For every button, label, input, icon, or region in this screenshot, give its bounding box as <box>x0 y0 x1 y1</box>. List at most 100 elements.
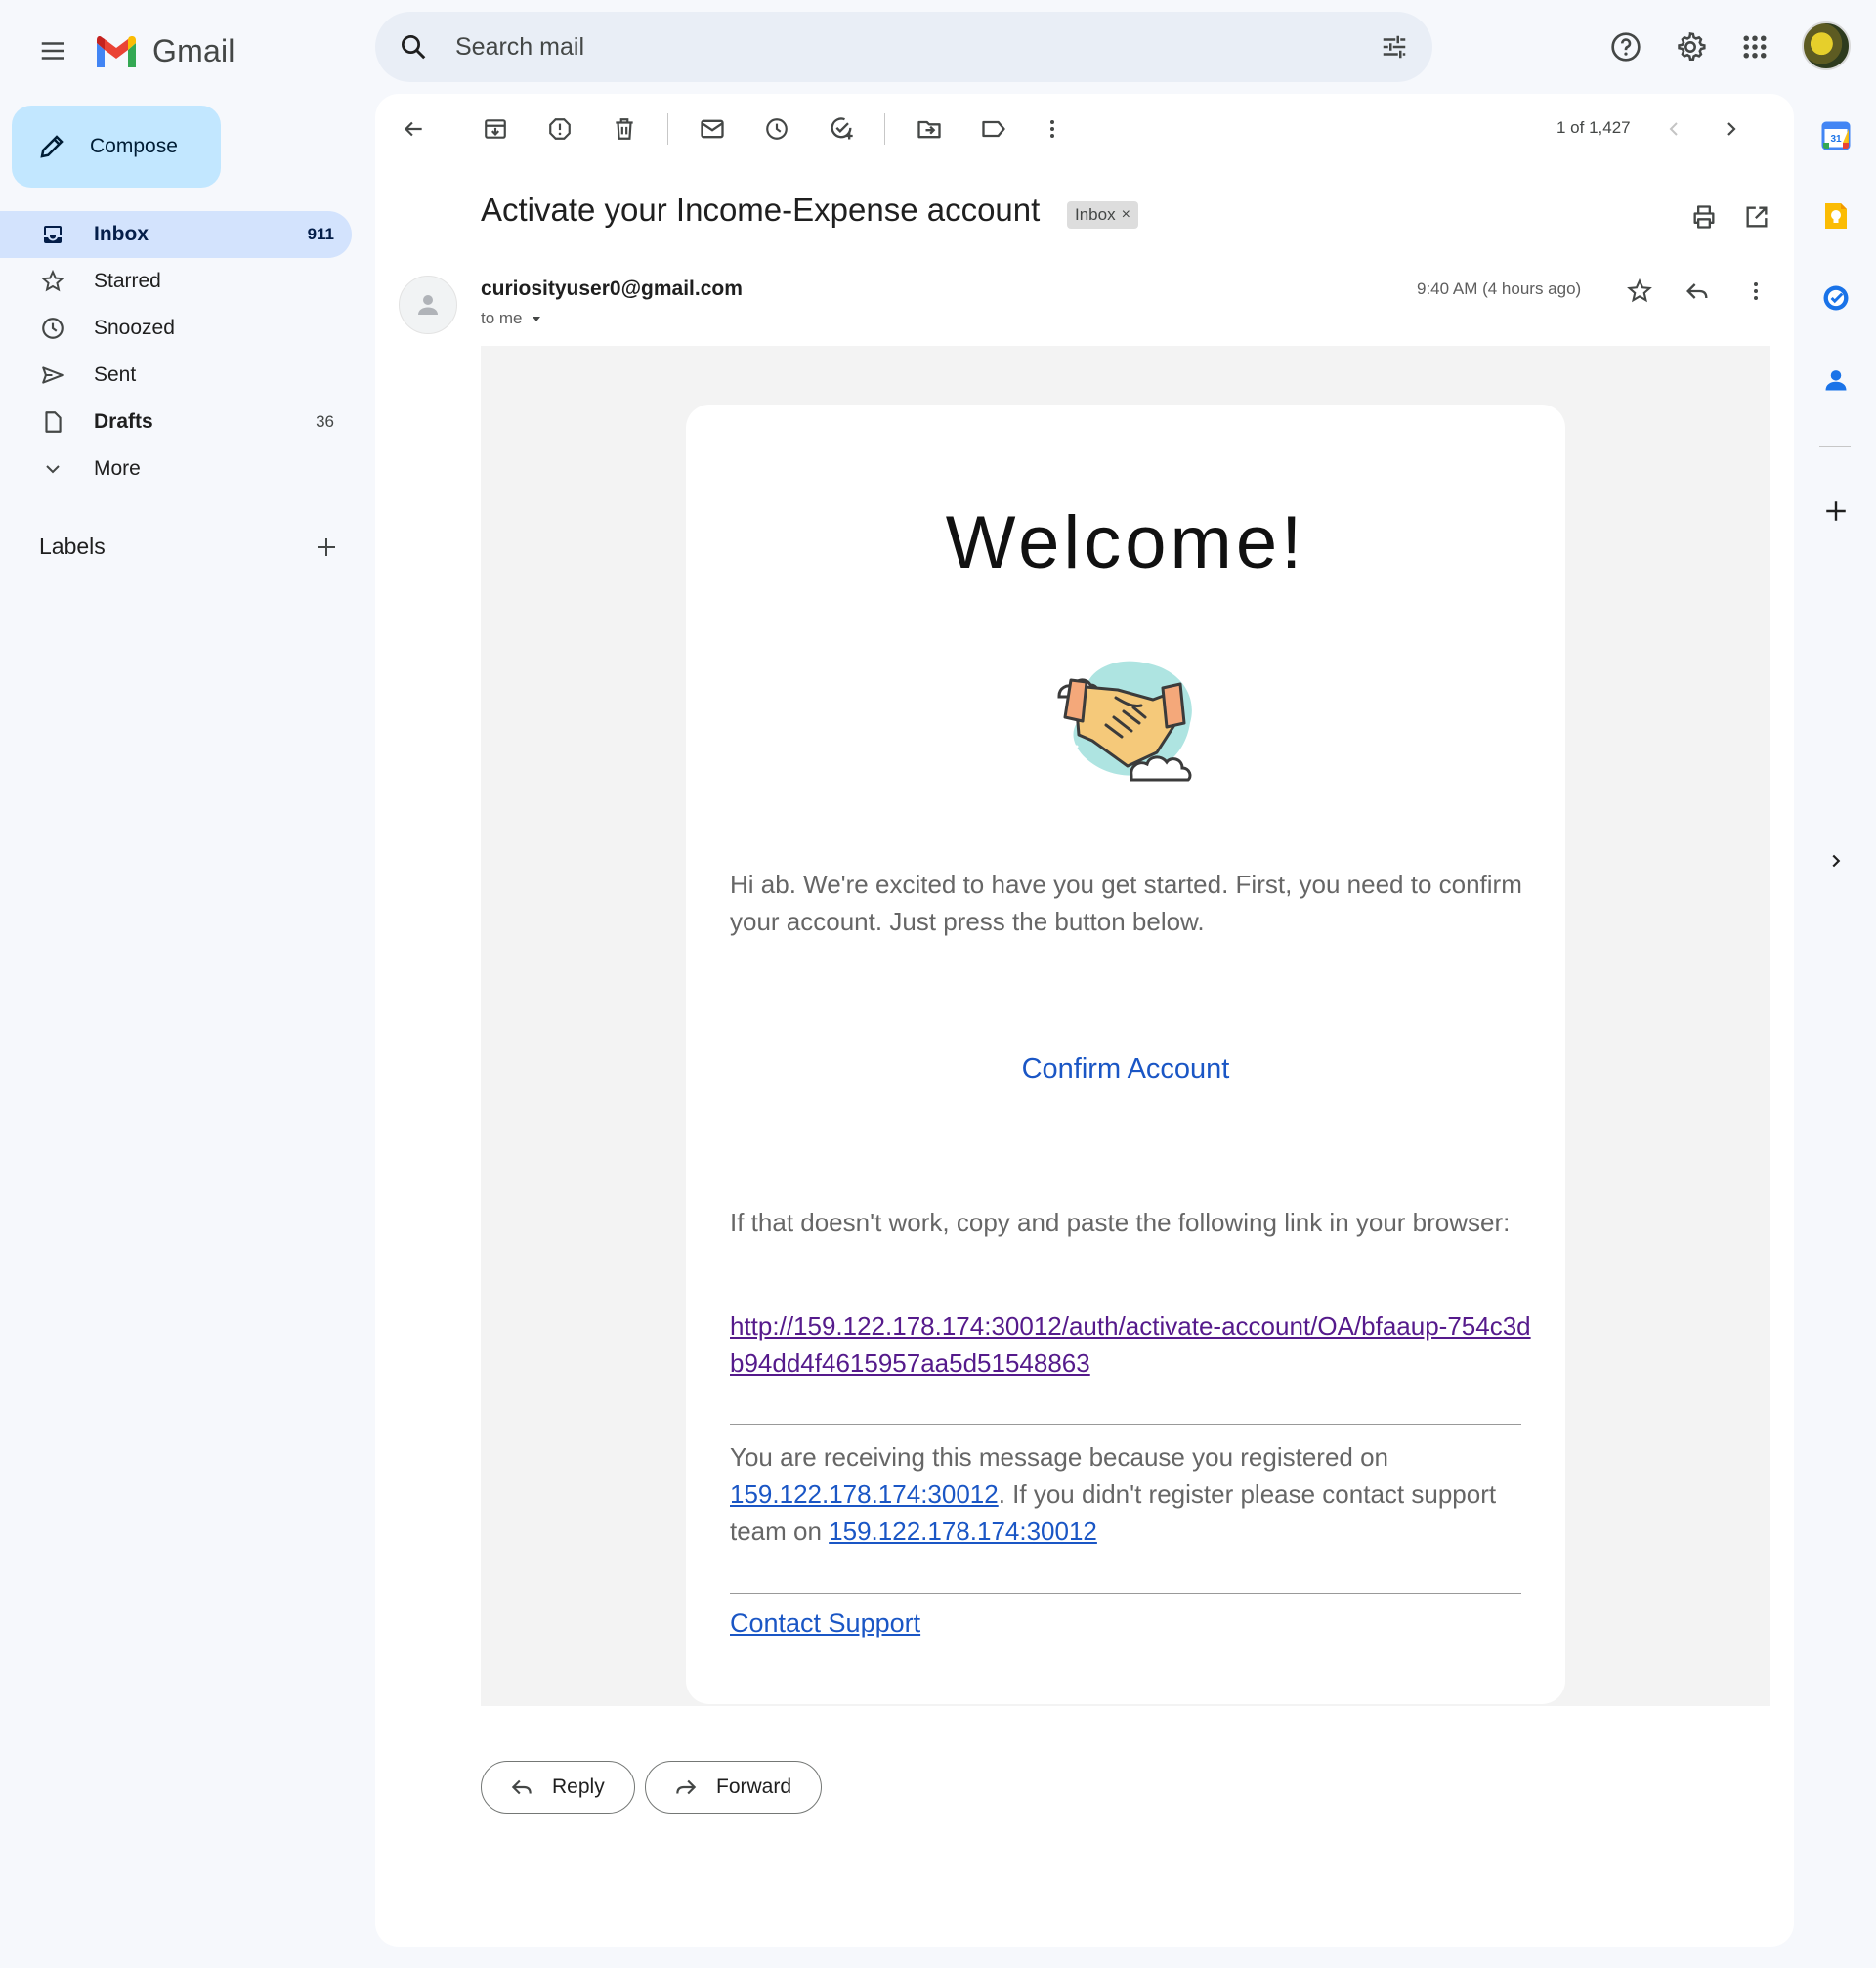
search-input[interactable] <box>455 32 1380 62</box>
recipient-details[interactable]: to me <box>481 309 542 328</box>
labels-button[interactable] <box>972 107 1015 150</box>
registered-site-link[interactable]: 159.122.178.174:30012 <box>730 1479 999 1509</box>
main-menu-button[interactable] <box>25 23 80 78</box>
sender-avatar[interactable] <box>399 276 457 334</box>
snooze-button[interactable] <box>755 107 798 150</box>
sidebar-item-label: Drafts <box>94 410 153 433</box>
delete-icon <box>616 118 633 140</box>
delete-button[interactable] <box>603 107 646 150</box>
divider <box>730 1593 1521 1594</box>
help-button[interactable] <box>1599 20 1653 74</box>
add-to-tasks-button[interactable] <box>820 107 863 150</box>
inbox-label-chip[interactable]: Inbox × <box>1067 201 1138 229</box>
inbox-icon <box>39 221 66 248</box>
reply-button[interactable]: Reply <box>481 1761 635 1814</box>
older-chevron-icon <box>1727 122 1736 136</box>
star-button[interactable] <box>1618 270 1661 313</box>
unread-count: 911 <box>307 225 334 243</box>
sidebar-item-label: Inbox <box>94 223 149 245</box>
help-icon <box>1611 32 1641 62</box>
welcome-heading: Welcome! <box>945 501 1306 584</box>
move-to-icon <box>917 120 941 139</box>
reply-icon <box>1686 283 1708 299</box>
send-icon <box>39 362 66 389</box>
person-icon <box>418 295 438 315</box>
sidebar-item-label: Starred <box>94 270 161 292</box>
search-options-icon[interactable] <box>1380 32 1409 62</box>
open-new-window-button[interactable] <box>1735 195 1778 238</box>
sidebar-item-starred[interactable]: Starred <box>0 258 352 305</box>
gmail-logo[interactable]: Gmail <box>94 25 235 76</box>
apps-grid-icon <box>1743 35 1767 59</box>
more-actions-button[interactable] <box>1031 107 1074 150</box>
account-avatar[interactable] <box>1802 21 1851 70</box>
settings-icon <box>1678 32 1706 62</box>
plus-icon <box>318 538 335 556</box>
side-panel-divider <box>1819 446 1851 447</box>
sender-email[interactable]: curiosityuser0@gmail.com <box>481 278 743 301</box>
older-button[interactable] <box>1710 107 1753 150</box>
add-addon-icon <box>1826 501 1846 521</box>
labels-heading: Labels <box>39 534 106 559</box>
support-site-link[interactable]: 159.122.178.174:30012 <box>829 1517 1097 1546</box>
app-name: Gmail <box>152 32 235 68</box>
sidebar-item-snoozed[interactable]: Snoozed <box>0 305 352 352</box>
newer-chevron-icon <box>1669 122 1678 136</box>
divider <box>730 1424 1521 1425</box>
sidebar-item-sent[interactable]: Sent <box>0 352 352 399</box>
calendar-day: 31 <box>1830 134 1842 145</box>
create-label-button[interactable] <box>307 528 346 567</box>
newer-button[interactable] <box>1652 107 1695 150</box>
get-addons-button[interactable] <box>1817 492 1855 530</box>
forward-button[interactable]: Forward <box>645 1761 823 1814</box>
remove-label-icon[interactable]: × <box>1122 206 1130 224</box>
move-to-button[interactable] <box>908 107 951 150</box>
reply-icon <box>511 1779 532 1795</box>
forward-label: Forward <box>716 1775 792 1798</box>
compose-button[interactable]: Compose <box>12 106 221 188</box>
sidebar-item-more[interactable]: More <box>0 446 352 492</box>
apps-button[interactable] <box>1727 20 1782 74</box>
sidebar-item-label: Sent <box>94 364 137 386</box>
draft-count: 36 <box>316 412 334 431</box>
open-in-new-icon <box>1746 206 1768 228</box>
activation-link[interactable]: http://159.122.178.174:30012/auth/activa… <box>730 1307 1531 1382</box>
reply-icon-button[interactable] <box>1676 270 1719 313</box>
mark-unread-button[interactable] <box>691 107 734 150</box>
handshake-illustration <box>1045 647 1212 786</box>
confirm-account-button[interactable]: Confirm Account <box>686 1053 1565 1086</box>
archive-icon <box>485 119 506 139</box>
more-vert-icon <box>1754 282 1758 300</box>
sidebar-item-inbox[interactable]: Inbox 911 <box>0 211 352 258</box>
contact-support-link[interactable]: Contact Support <box>730 1608 920 1639</box>
search-bar <box>375 12 1432 82</box>
print-icon <box>1693 205 1715 229</box>
forward-icon <box>676 1779 697 1795</box>
reply-label: Reply <box>552 1775 605 1798</box>
clock-icon <box>39 315 66 342</box>
message-more-button[interactable] <box>1734 270 1777 313</box>
tasks-app-button[interactable] <box>1817 279 1855 317</box>
archive-button[interactable] <box>474 107 517 150</box>
settings-button[interactable] <box>1663 20 1718 74</box>
star-icon <box>39 268 66 295</box>
draft-icon <box>39 408 66 436</box>
compose-label: Compose <box>90 135 178 157</box>
expand-panel-icon <box>1832 854 1841 868</box>
keep-app-button[interactable] <box>1817 197 1855 235</box>
label-icon <box>982 120 1005 138</box>
search-icon[interactable] <box>399 32 428 62</box>
more-vert-icon <box>1050 120 1054 138</box>
tasks-icon <box>1823 285 1849 311</box>
keep-icon <box>1825 203 1847 229</box>
contacts-app-button[interactable] <box>1817 362 1855 399</box>
expand-side-panel-button[interactable] <box>1817 842 1855 879</box>
pencil-icon <box>40 135 64 158</box>
calendar-app-button[interactable]: 31 <box>1817 117 1855 154</box>
report-spam-icon <box>549 118 571 140</box>
back-button[interactable] <box>392 107 435 150</box>
toolbar-divider <box>884 113 885 145</box>
report-spam-button[interactable] <box>538 107 581 150</box>
print-button[interactable] <box>1683 195 1726 238</box>
sidebar-item-drafts[interactable]: Drafts 36 <box>0 399 352 446</box>
